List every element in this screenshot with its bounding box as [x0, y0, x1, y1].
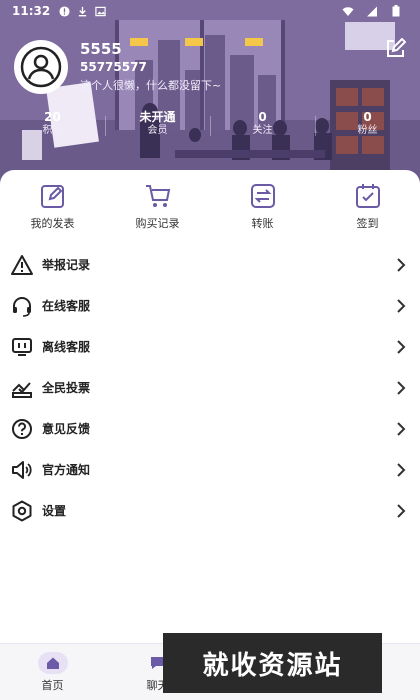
- stat-following[interactable]: 0 关注: [210, 110, 315, 142]
- user-bio: 这个人很懒，什么都没留下~: [80, 79, 222, 92]
- menu-item-reports[interactable]: 举报记录: [0, 244, 420, 285]
- chevron-right-icon: [397, 298, 406, 313]
- wifi-icon: [342, 5, 354, 17]
- menu-item-notices[interactable]: 官方通知: [0, 449, 420, 490]
- stat-label: 会员: [147, 125, 168, 136]
- settings-menu: 举报记录 在线客服 离线客服 全民投票 意见反馈 官方通知 设置: [0, 244, 420, 531]
- avatar[interactable]: [14, 40, 68, 94]
- stat-value: 未开通: [139, 110, 176, 124]
- watermark-overlay: 就收资源站: [163, 633, 382, 693]
- edit-profile-button[interactable]: [384, 37, 407, 60]
- transfer-button[interactable]: 转账: [210, 182, 315, 240]
- alert-icon: [58, 5, 70, 17]
- stat-points[interactable]: 20 积分: [0, 110, 105, 142]
- menu-item-label: 离线客服: [42, 340, 91, 354]
- user-id: 55775577: [80, 60, 147, 74]
- chevron-right-icon: [397, 462, 406, 477]
- edit-square-icon: [40, 185, 64, 208]
- stat-label: 粉丝: [357, 125, 378, 136]
- quick-actions: 我的发表 购买记录 转账 签到: [0, 170, 420, 240]
- chevron-right-icon: [397, 257, 406, 272]
- home-icon: [37, 651, 68, 674]
- menu-item-offline-support[interactable]: 离线客服: [0, 326, 420, 367]
- download-icon: [76, 5, 88, 17]
- transfer-icon: [250, 184, 275, 208]
- quick-action-label: 购买记录: [135, 217, 180, 230]
- menu-item-label: 全民投票: [42, 381, 91, 395]
- profile-header: 11:32 5555 55775577 这个人很懒，什么都没留下~ 20 积分 …: [0, 0, 420, 190]
- battery-icon: [390, 5, 402, 17]
- tab-label: 首页: [41, 678, 64, 692]
- stat-followers[interactable]: 0 粉丝: [315, 110, 420, 142]
- tab-home[interactable]: 首页: [0, 644, 105, 700]
- check-in-button[interactable]: 签到: [315, 182, 420, 240]
- signal-icon: [366, 5, 378, 17]
- quick-action-label: 转账: [251, 217, 274, 230]
- question-icon: [10, 417, 34, 441]
- office-illustration: [0, 0, 420, 190]
- stat-label: 积分: [42, 125, 63, 136]
- chevron-right-icon: [397, 503, 406, 518]
- image-icon: [94, 5, 106, 17]
- headset-icon: [10, 294, 34, 318]
- edit-icon: [387, 37, 407, 57]
- quick-action-label: 签到: [356, 217, 379, 230]
- stat-value: 0: [258, 110, 267, 124]
- my-posts-button[interactable]: 我的发表: [0, 182, 105, 240]
- chevron-right-icon: [397, 339, 406, 354]
- username: 5555: [80, 40, 122, 58]
- menu-item-feedback[interactable]: 意见反馈: [0, 408, 420, 449]
- chevron-right-icon: [397, 380, 406, 395]
- quick-action-label: 我的发表: [30, 217, 75, 230]
- menu-item-label: 官方通知: [42, 463, 91, 477]
- settings-icon: [10, 499, 34, 523]
- status-time: 11:32: [12, 4, 51, 18]
- menu-card: 我的发表 购买记录 转账 签到 举报记录 在线客服 离线客服 全民投票 意见反馈…: [0, 170, 420, 643]
- stat-value: 0: [363, 110, 372, 124]
- stat-value: 20: [44, 110, 61, 124]
- calendar-check-icon: [355, 184, 380, 208]
- menu-item-label: 设置: [42, 504, 67, 518]
- vote-icon: [10, 376, 34, 400]
- menu-item-label: 在线客服: [42, 299, 91, 313]
- speaker-icon: [10, 458, 34, 482]
- stats-row: 20 积分 未开通 会员 0 关注 0 粉丝: [0, 110, 420, 142]
- purchase-history-button[interactable]: 购买记录: [105, 182, 210, 240]
- stat-label: 关注: [252, 125, 273, 136]
- menu-item-vote[interactable]: 全民投票: [0, 367, 420, 408]
- menu-item-settings[interactable]: 设置: [0, 490, 420, 531]
- stat-membership[interactable]: 未开通 会员: [105, 110, 210, 142]
- user-icon: [20, 46, 62, 88]
- monitor-icon: [10, 335, 34, 359]
- status-bar: 11:32: [0, 0, 420, 22]
- menu-item-online-support[interactable]: 在线客服: [0, 285, 420, 326]
- menu-item-label: 意见反馈: [42, 422, 91, 436]
- menu-item-label: 举报记录: [42, 258, 91, 272]
- cart-icon: [145, 185, 170, 207]
- warning-icon: [10, 253, 34, 277]
- chevron-right-icon: [397, 421, 406, 436]
